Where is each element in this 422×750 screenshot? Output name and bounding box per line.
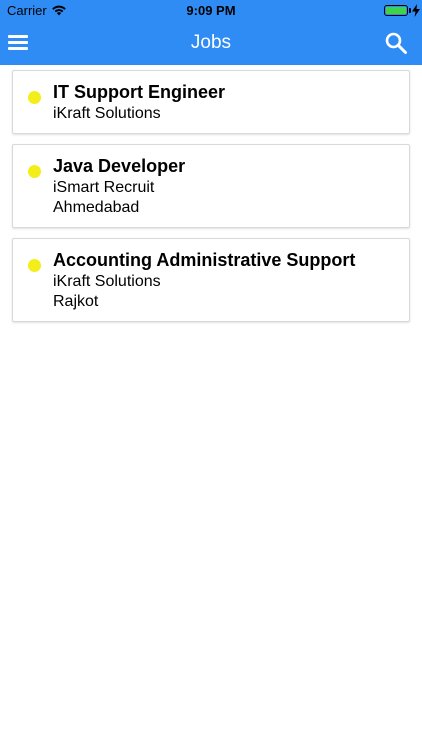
clock-time: 9:09 PM xyxy=(186,3,236,18)
job-title: Accounting Administrative Support xyxy=(53,250,356,270)
job-company: iKraft Solutions xyxy=(53,273,161,290)
status-dot xyxy=(28,165,41,178)
job-title: Java Developer xyxy=(53,156,186,176)
job-company: iSmart Recruit xyxy=(53,179,155,196)
page-title: Jobs xyxy=(190,32,232,53)
status-bar: Carrier 9:09 PM xyxy=(0,0,422,22)
job-title: IT Support Engineer xyxy=(53,82,226,102)
job-card[interactable]: Java Developer iSmart Recruit Ahmedabad xyxy=(12,144,410,228)
status-dot xyxy=(28,259,41,272)
battery-tip xyxy=(409,8,411,13)
status-dot xyxy=(28,91,41,104)
navigation-bar: Jobs xyxy=(0,22,422,65)
job-location: Rajkot xyxy=(53,293,99,310)
search-icon[interactable] xyxy=(384,31,408,55)
job-company: iKraft Solutions xyxy=(53,105,161,122)
job-list: IT Support Engineer iKraft Solutions Jav… xyxy=(12,70,410,332)
job-location: Ahmedabad xyxy=(53,199,140,216)
job-card[interactable]: IT Support Engineer iKraft Solutions xyxy=(12,70,410,134)
battery-icon xyxy=(384,5,408,16)
job-card[interactable]: Accounting Administrative Support iKraft… xyxy=(12,238,410,322)
charging-icon xyxy=(412,4,420,17)
